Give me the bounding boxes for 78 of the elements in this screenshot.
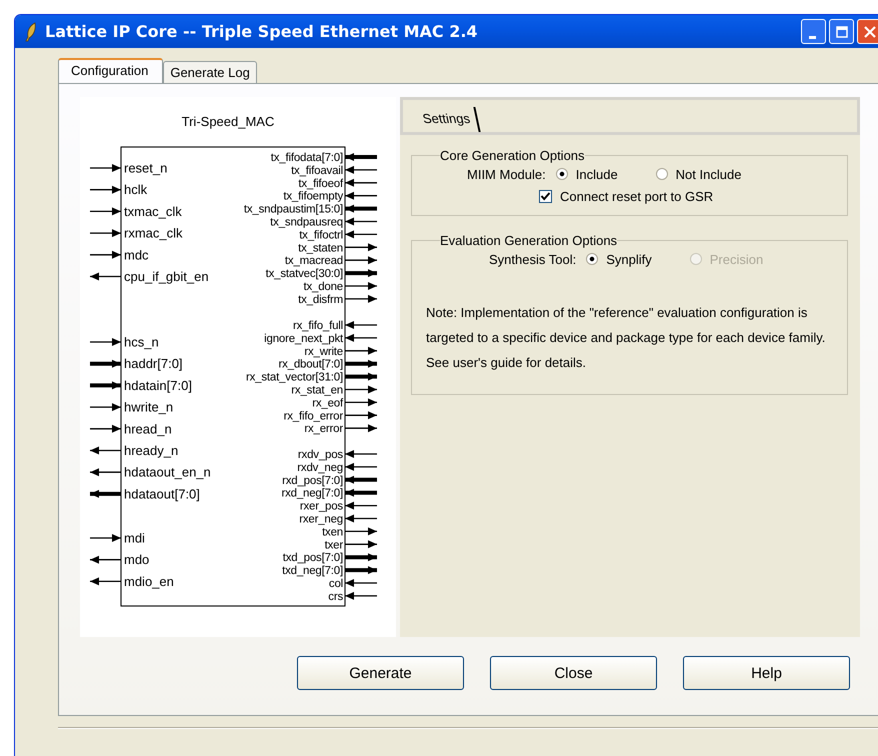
pin-label: mdo [124,552,150,568]
dialog-button[interactable]: Generate [297,656,464,690]
block-title: Tri-Speed_MAC [182,114,274,129]
pin-label: rx_error [304,423,343,436]
pin-label: rx_fifo_full [292,320,343,332]
pin-label: mdc [124,247,149,262]
dialog-button[interactable]: Help [683,656,850,690]
pin-label: hready_n [124,443,178,458]
pin-label: rx_write [304,346,343,358]
tab[interactable]: Configuration [58,58,164,83]
pin-label: tx_macread [284,255,343,268]
radio-button[interactable] [586,253,598,265]
pin-label: tx_staten [298,242,343,254]
feather-icon [25,22,37,42]
pin-label: cpu_if_gbit_en [124,269,209,284]
pin-label: reset_n [124,160,168,176]
pin-label: rx_stat_vector[31:0] [246,372,343,384]
pin-label: hdataout_en_n [124,464,211,480]
field-label: MIIM Module: [467,166,546,182]
pin-label: rxer_pos [300,500,343,513]
pin-label: hdataout[7:0] [124,486,200,502]
pin-label: mdio_en [124,574,174,589]
pin-label: txer [324,539,343,552]
dialog-button[interactable]: Close [490,656,657,690]
pin-label: rxmac_clk [124,226,183,241]
maximize-icon [836,26,848,38]
note-text: Note: Implementation of the "reference" evaluation configuration is targeted to a specific device and package type for each device family. See user's guide for details. [426,304,826,372]
pin-label: rx_eof [312,397,343,410]
pin-label: ignore_next_pkt [264,332,343,345]
checkbox[interactable] [539,190,552,202]
pin-label: rx_stat_en [291,384,343,396]
pin-label: txd_neg[7:0] [282,565,343,578]
pin-label: rxdv_pos [298,449,343,461]
pin-label: rx_fifo_error [284,410,343,422]
minimize-button[interactable] [801,19,826,44]
pin-label: tx_disfrm [298,294,343,306]
close-button[interactable] [857,19,878,44]
pin-label: hclk [124,182,148,198]
group-title: Evaluation Generation Options [440,233,618,248]
pin-label: tx_fifoctrl [299,229,343,242]
pin-label: rxd_neg[7:0] [281,488,343,500]
pin-label: txen [322,526,343,538]
pin-label: txd_pos[7:0] [282,552,343,564]
radio-button[interactable] [656,168,668,180]
pin-label: tx_fifoempty [283,190,343,203]
pin-label: mdi [124,530,145,546]
pin-label: tx_done [303,281,343,293]
maximize-button[interactable] [829,19,854,44]
window-title: Lattice IP Core -- Triple Speed Ethernet MAC 2.4 [45,22,478,41]
check-icon [540,190,551,202]
pin-label: rxer_neg [299,514,343,526]
field-label: Synthesis Tool: [489,252,576,266]
pin-label: hwrite_n [124,400,174,415]
pin-label: haddr[7:0] [124,356,183,372]
pin-label: hread_n [124,421,172,436]
tab[interactable]: Generate Log [163,61,257,83]
group-title: Core Generation Options [440,148,585,163]
pin-label: hdatain[7:0] [124,378,192,393]
radio-option[interactable]: Not Include [656,166,742,182]
close-icon [864,26,876,38]
pin-label: tx_sndpausreq [270,216,343,228]
pin-label: hcs_n [124,334,159,350]
minimize-icon [808,36,816,39]
pin-label: txmac_clk [124,204,182,219]
radio-option[interactable]: Include [556,166,618,182]
pin-label: tx_fifoeof [298,178,343,190]
radio-option[interactable]: Synplify [586,252,652,266]
pin-label: tx_fifoavail [291,164,343,177]
radio-button[interactable] [556,168,568,180]
pin-label: crs [328,590,343,603]
pin-label: rxd_pos[7:0] [282,474,343,487]
pin-label: col [328,578,343,590]
pin-label: tx_sndpaustim[15:0] [244,204,343,216]
pin-label: rx_dbout[7:0] [278,358,343,371]
checkbox-option[interactable]: Connect reset port to GSR [539,188,714,204]
pin-label: tx_statvec[30:0] [266,268,343,280]
pin-label: tx_fifodata[7:0] [270,152,343,164]
pin-label: rxdv_neg [297,462,343,474]
